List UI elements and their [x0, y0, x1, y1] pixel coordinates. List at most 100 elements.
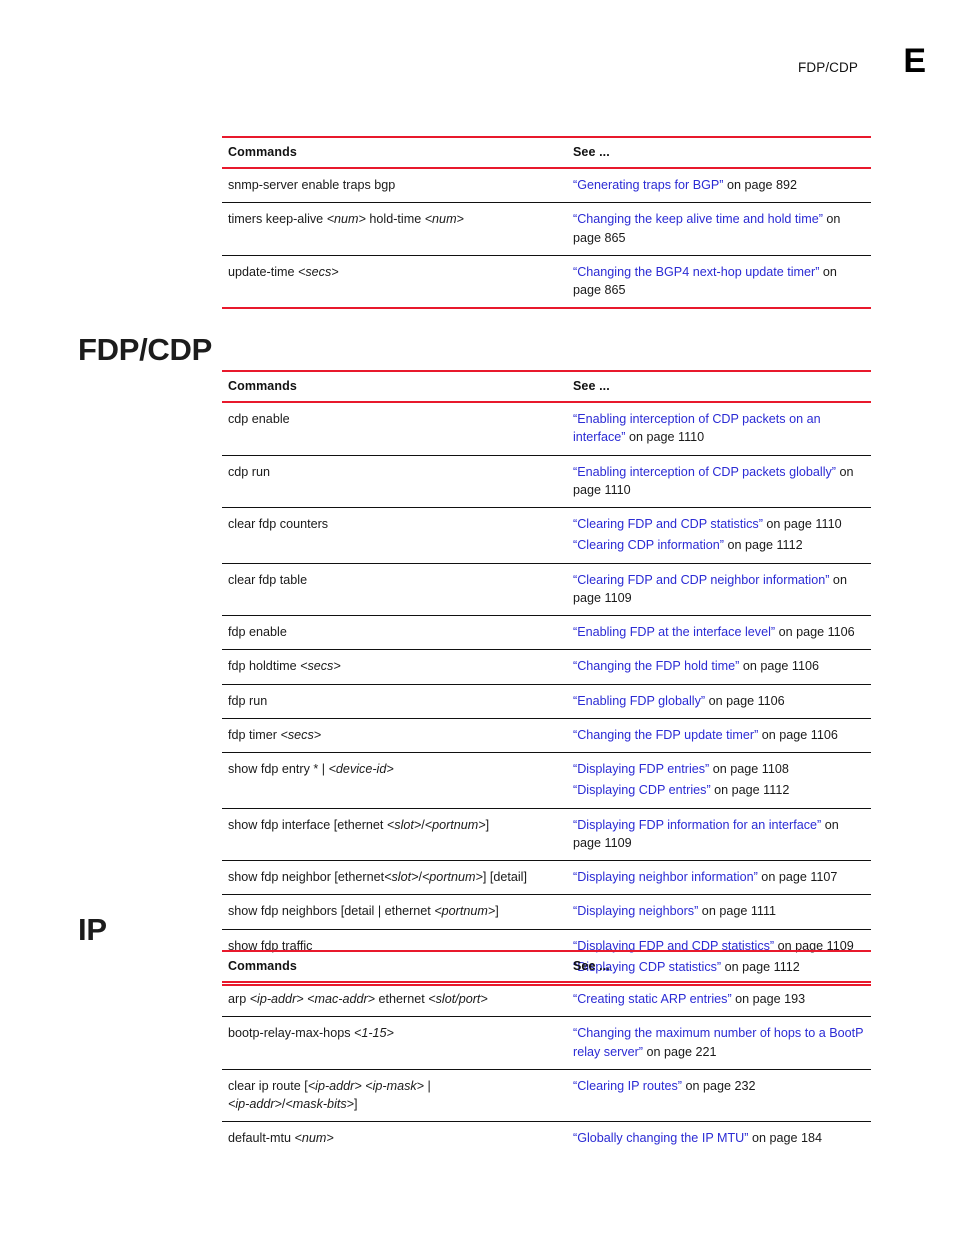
see-also-line: “Creating static ARP entries” on page 19… [573, 990, 867, 1008]
running-header-title: FDP/CDP [798, 60, 858, 75]
see-also-cell: “Displaying neighbors” on page 1111 [567, 894, 871, 930]
table-row: show fdp neighbor [ethernet<slot>/<portn… [222, 860, 871, 896]
see-also-cell: “Generating traps for BGP” on page 892 [567, 168, 871, 204]
see-also-line: “Displaying FDP entries” on page 1108 [573, 760, 867, 778]
command-cell: fdp timer <secs> [222, 718, 567, 754]
see-also-cell: “Changing the BGP4 next-hop update timer… [567, 255, 871, 310]
cross-reference-link[interactable]: “Changing the FDP update timer” [573, 728, 758, 742]
table-row: arp <ip-addr> <mac-addr> ethernet <slot/… [222, 982, 871, 1018]
see-also-cell: “Creating static ARP entries” on page 19… [567, 982, 871, 1018]
command-variable: <1-15> [354, 1026, 394, 1041]
see-also-line: “Clearing FDP and CDP statistics” on pag… [573, 515, 867, 533]
cross-reference-link[interactable]: “Changing the FDP hold time” [573, 659, 739, 673]
command-text: ] [detail] [482, 870, 527, 884]
command-cell: fdp enable [222, 615, 567, 651]
page-reference-text: on page 1107 [757, 870, 838, 884]
commands-table-fdpcdp: Commands See ... cdp enable “Enabling inte… [222, 370, 871, 986]
appendix-letter: E [903, 42, 926, 80]
table-row: show fdp entry * | <device-id> “Displayin… [222, 752, 871, 809]
page-reference-text: on page 1112 [723, 538, 803, 553]
cross-reference-link[interactable]: “Changing the keep alive time and hold t… [573, 212, 823, 226]
command-variable: <num> [424, 212, 464, 227]
page-reference-text: on page 184 [748, 1131, 823, 1146]
see-also-line: “Changing the FDP update timer” on page … [573, 726, 867, 744]
commands-table-bgp: Commands See ... snmp-server enable traps… [222, 136, 871, 310]
column-header-see: See ... [567, 950, 871, 983]
command-variable: <portnum> [424, 817, 486, 832]
table-row: fdp run “Enabling FDP globally” on page 1… [222, 684, 871, 719]
command-text: fdp run [228, 693, 268, 708]
command-text: | [424, 1078, 431, 1093]
cross-reference-link[interactable]: “Displaying FDP information for an inter… [573, 818, 821, 832]
cross-reference-link[interactable]: “Clearing CDP information” [573, 538, 724, 552]
table-row: fdp enable “Enabling FDP at the interface… [222, 615, 871, 651]
command-cell: arp <ip-addr> <mac-addr> ethernet <slot/… [222, 982, 567, 1018]
cross-reference-link[interactable]: “Enabling FDP at the interface level” [573, 625, 775, 639]
table-row: fdp timer <secs> “Changing the FDP update… [222, 718, 871, 754]
cross-reference-link[interactable]: “Generating traps for BGP” [573, 178, 724, 192]
cross-reference-link[interactable]: “Clearing IP routes” [573, 1079, 682, 1093]
cross-reference-link[interactable]: “Creating static ARP entries” [573, 992, 732, 1006]
command-cell: timers keep-alive <num> hold-time <num> [222, 202, 567, 256]
command-variable: <slot> [384, 870, 419, 884]
command-variable: <slot> [386, 817, 422, 832]
cross-reference-link[interactable]: “Displaying neighbor information” [573, 870, 758, 884]
see-also-line: “Displaying CDP entries” on page 1112 [573, 781, 867, 799]
see-also-line: “Enabling FDP at the interface level” on… [573, 623, 867, 641]
table-row: bootp-relay-max-hops <1-15> “Changing the… [222, 1016, 871, 1070]
command-text: show fdp interface [ethernet [228, 817, 387, 832]
section-heading-ip: IP [78, 911, 107, 947]
command-cell: cdp run [222, 455, 567, 508]
table-body: snmp-server enable traps bgp “Generating … [222, 168, 871, 310]
command-text: show fdp neighbors [detail | ethernet [228, 904, 435, 919]
command-text: fdp holdtime [228, 659, 301, 674]
command-text: bootp-relay-max-hops [228, 1026, 354, 1041]
see-also-cell: “Changing the maximum number of hops to … [567, 1016, 871, 1070]
commands-table-ip: Commands See ... arp <ip-addr> <mac-addr>… [222, 950, 871, 1156]
cross-reference-link[interactable]: “Displaying neighbors” [573, 904, 698, 918]
cross-reference-link[interactable]: “Displaying FDP entries” [573, 762, 709, 776]
cross-reference-link[interactable]: “Clearing FDP and CDP neighbor informati… [573, 573, 829, 587]
command-variable: <device-id> [328, 762, 394, 776]
see-also-cell: “Clearing FDP and CDP neighbor informati… [567, 563, 871, 616]
see-also-line: “Changing the maximum number of hops to … [573, 1024, 867, 1061]
command-cell: show fdp neighbor [ethernet<slot>/<portn… [222, 860, 567, 896]
command-variable: <slot/port> [428, 992, 488, 1006]
command-variable: <secs> [280, 727, 322, 742]
see-also-cell: “Changing the keep alive time and hold t… [567, 202, 871, 256]
see-also-cell: “Enabling FDP globally” on page 1106 [567, 684, 871, 719]
section-heading-fdpcdp: FDP/CDP [78, 331, 212, 367]
page-reference-text: on page 1111 [698, 904, 777, 919]
cross-reference-link[interactable]: “Changing the maximum number of hops to … [573, 1026, 863, 1058]
table-row: timers keep-alive <num> hold-time <num> “… [222, 202, 871, 256]
command-cell: cdp enable [222, 402, 567, 456]
cross-reference-link[interactable]: “Displaying CDP entries” [573, 783, 711, 797]
command-text: clear fdp counters [228, 517, 329, 531]
page-reference-text: on page 892 [723, 178, 798, 192]
command-cell: fdp run [222, 684, 567, 719]
cross-reference-link[interactable]: “Enabling interception of CDP packets gl… [573, 465, 836, 479]
cross-reference-link[interactable]: “Clearing FDP and CDP statistics” [573, 517, 763, 531]
cross-reference-link[interactable]: “Globally changing the IP MTU” [573, 1131, 748, 1145]
command-variable: <ip-addr> [307, 1078, 362, 1093]
page-reference-text: on page 1110 [625, 430, 705, 445]
table-header: Commands See ... [222, 370, 871, 403]
command-cell: show fdp neighbors [detail | ethernet <p… [222, 894, 567, 930]
cross-reference-link[interactable]: “Enabling FDP globally” [573, 694, 705, 708]
page-reference-text: on page 1110 [762, 517, 842, 531]
table-header-row: Commands See ... [222, 370, 871, 403]
command-text: ] [354, 1097, 358, 1111]
page-reference-text: on page 232 [681, 1078, 756, 1093]
command-variable: <ip-mask> [365, 1078, 425, 1093]
command-cell: update-time <secs> [222, 255, 567, 310]
see-also-line: “Changing the BGP4 next-hop update timer… [573, 263, 867, 300]
command-cell: clear ip route [<ip-addr> <ip-mask> | <ip… [222, 1069, 567, 1123]
see-also-line: “Clearing CDP information” on page 1112 [573, 536, 867, 554]
page-reference-text: on page 221 [642, 1044, 717, 1059]
see-also-cell: “Changing the FDP hold time” on page 110… [567, 649, 871, 685]
command-cell: show fdp entry * | <device-id> [222, 752, 567, 809]
see-also-line: “Enabling interception of CDP packets gl… [573, 463, 867, 500]
see-also-cell: “Enabling interception of CDP packets on… [567, 402, 871, 456]
cross-reference-link[interactable]: “Changing the BGP4 next-hop update timer… [573, 265, 819, 279]
see-also-line: “Displaying FDP information for an inter… [573, 816, 867, 853]
